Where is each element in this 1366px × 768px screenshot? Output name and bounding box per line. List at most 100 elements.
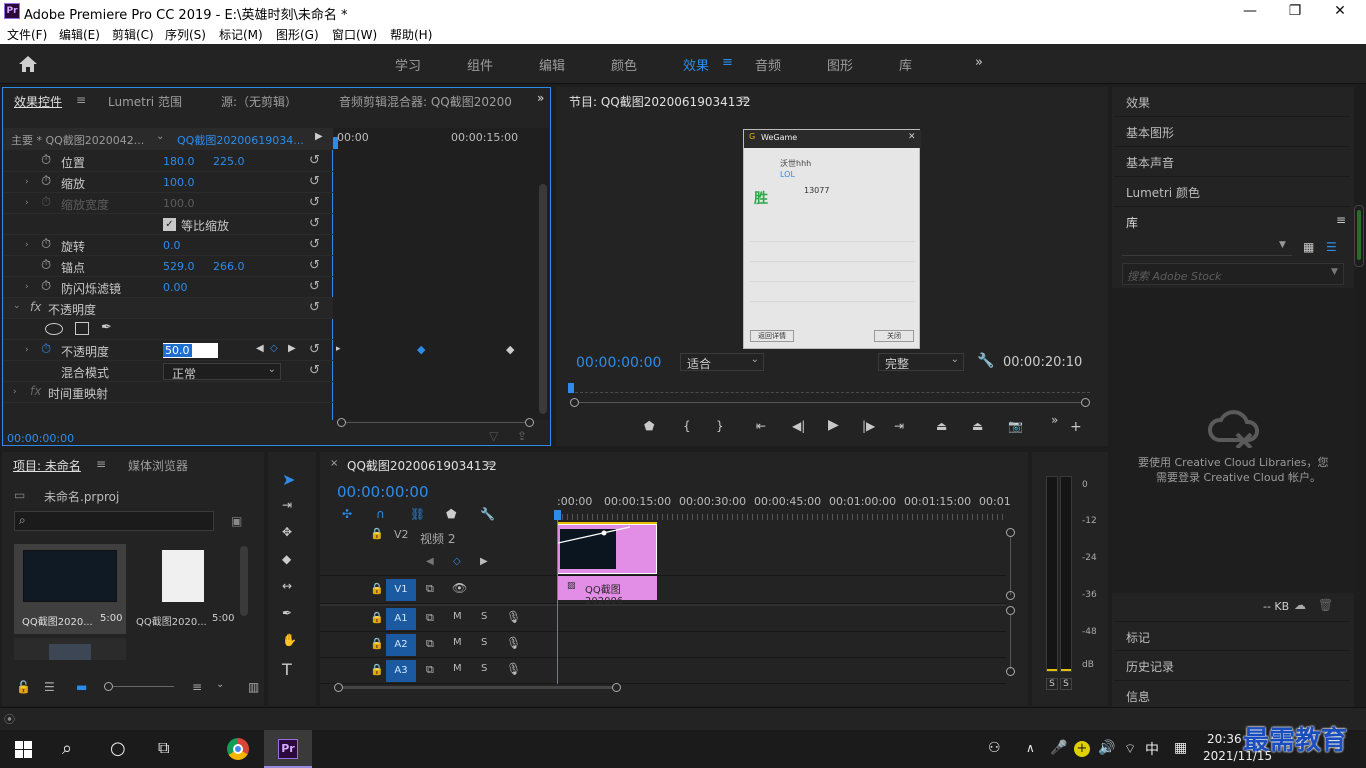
track-v1-target[interactable]: V1: [386, 579, 416, 601]
menu-help[interactable]: 帮助(H): [390, 26, 432, 43]
eye-icon[interactable]: 👁: [452, 581, 467, 595]
reset-icon[interactable]: ↺: [309, 342, 320, 357]
panel-libraries[interactable]: 库 ≡: [1114, 207, 1350, 237]
track-a3-target[interactable]: A3: [386, 660, 416, 682]
panel-essential-sound[interactable]: 基本声音: [1114, 147, 1350, 177]
rectangle-mask-icon[interactable]: [75, 322, 89, 335]
menu-clip[interactable]: 剪辑(C): [112, 26, 154, 43]
stopwatch-icon[interactable]: ⏱: [41, 174, 51, 189]
expand-arrow-icon[interactable]: ›: [13, 387, 17, 397]
a-scroll-handle[interactable]: [1006, 606, 1015, 615]
project-search-input[interactable]: ⌕: [14, 511, 214, 531]
people-icon[interactable]: ⚇: [988, 740, 1001, 756]
menu-graphics[interactable]: 图形(G): [276, 26, 319, 43]
rotation-value[interactable]: 0.0: [163, 239, 181, 252]
cortana-icon[interactable]: ○: [110, 738, 126, 759]
program-ruler[interactable]: [570, 383, 1090, 393]
ripple-edit-tool-icon[interactable]: ✥: [282, 525, 292, 539]
toggle-sync-icon[interactable]: ⧉: [426, 611, 434, 625]
razor-tool-icon[interactable]: ◆: [282, 552, 291, 566]
keyframe-marker-icon[interactable]: ▸: [336, 344, 341, 354]
automate-icon[interactable]: ▥: [248, 680, 259, 694]
workspace-effects[interactable]: 效果: [683, 55, 709, 74]
keyboard-icon[interactable]: ▦: [1174, 740, 1187, 756]
lift-icon[interactable]: ⏏: [936, 419, 947, 433]
workspace-audio[interactable]: 音频: [755, 55, 781, 74]
lock-icon[interactable]: 🔓: [16, 680, 31, 694]
project-scrollbar[interactable]: [240, 546, 248, 616]
v-scroll-handle[interactable]: [1006, 528, 1015, 537]
quality-select[interactable]: 完整 ⌄: [878, 353, 964, 371]
ec-keyframe-area[interactable]: [333, 150, 549, 420]
tab-lumetri-scopes[interactable]: Lumetri 范围: [108, 93, 182, 110]
timeline-ruler[interactable]: :00:00 00:00:15:00 00:00:30:00 00:00:45:…: [557, 492, 1011, 524]
anchor-y-value[interactable]: 266.0: [213, 260, 245, 273]
panel-menu-icon[interactable]: ≡: [485, 457, 495, 471]
opacity-rubber-band[interactable]: [558, 525, 658, 545]
panel-markers[interactable]: 标记: [1114, 621, 1350, 651]
prev-keyframe-icon[interactable]: ◀: [256, 343, 264, 354]
collapse-arrow-icon[interactable]: ⌄: [13, 301, 21, 311]
next-keyframe-icon[interactable]: ▶: [288, 343, 296, 354]
mute-button[interactable]: M: [453, 663, 462, 674]
anti-flicker-value[interactable]: 0.00: [163, 281, 188, 294]
tray-chevron-icon[interactable]: ∧: [1026, 741, 1035, 755]
microphone-icon[interactable]: 🎙: [506, 662, 521, 676]
program-zoom-bar[interactable]: [570, 398, 1090, 408]
anchor-x-value[interactable]: 529.0: [163, 260, 195, 273]
blend-mode-select[interactable]: 正常 ⌄: [163, 363, 281, 381]
stopwatch-icon[interactable]: ⏱: [41, 279, 51, 294]
more-buttons-icon[interactable]: »: [1051, 413, 1058, 427]
extract-icon[interactable]: ⏏: [972, 419, 983, 433]
solo-right-button[interactable]: S: [1060, 678, 1072, 690]
reset-icon[interactable]: ↺: [309, 216, 320, 231]
menu-sequence[interactable]: 序列(S): [165, 26, 206, 43]
position-x-value[interactable]: 180.0: [163, 155, 195, 168]
ec-time-ruler[interactable]: 00:00 00:00:15:00: [333, 128, 549, 150]
expand-arrow-icon[interactable]: ›: [25, 282, 29, 292]
reset-icon[interactable]: ↺: [309, 153, 320, 168]
trash-icon[interactable]: 🗑: [1318, 598, 1333, 612]
go-to-in-icon[interactable]: ⇤: [756, 419, 766, 433]
play-button-icon[interactable]: ▶: [828, 417, 839, 433]
premiere-taskbar-button[interactable]: Pr: [264, 730, 312, 768]
stopwatch-active-icon[interactable]: ⏱: [41, 342, 51, 357]
step-back-icon[interactable]: ◀|: [792, 419, 805, 433]
master-clip-label[interactable]: 主要 * QQ截图2020042...: [11, 132, 144, 148]
track-a2-target[interactable]: A2: [386, 634, 416, 656]
timeline-h-scroll[interactable]: [334, 683, 1004, 693]
type-tool-icon[interactable]: T: [282, 660, 292, 679]
sequence-clip-label[interactable]: QQ截图20200619034...: [177, 132, 304, 148]
wrench-icon[interactable]: 🔧: [977, 353, 994, 369]
lock-icon[interactable]: 🔒: [370, 611, 384, 624]
toggle-sync-icon[interactable]: ⧉: [426, 582, 434, 596]
workspace-graphics[interactable]: 图形: [827, 55, 853, 74]
pen-mask-icon[interactable]: ✒: [101, 320, 112, 335]
list-view-icon[interactable]: ☰: [44, 680, 55, 694]
library-select[interactable]: ▼: [1122, 238, 1292, 256]
program-timecode[interactable]: 00:00:00:00: [576, 355, 661, 371]
v2-clip[interactable]: [557, 524, 657, 574]
minimize-button[interactable]: —: [1230, 2, 1270, 21]
right-scrollbar[interactable]: [1354, 205, 1364, 267]
menu-window[interactable]: 窗口(W): [332, 26, 377, 43]
tab-audio-clip-mixer[interactable]: 音频剪辑混合器: QQ截图20200: [339, 93, 512, 110]
mute-button[interactable]: M: [453, 637, 462, 648]
uniform-scale-checkbox[interactable]: ✓: [163, 218, 176, 231]
lock-icon[interactable]: 🔒: [370, 663, 384, 676]
expand-arrow-icon[interactable]: ›: [25, 198, 29, 208]
reset-icon[interactable]: ↺: [309, 258, 320, 273]
zoom-slider[interactable]: [104, 682, 174, 692]
ec-timecode[interactable]: 00:00:00:00: [7, 432, 74, 445]
reset-icon[interactable]: ↺: [309, 363, 320, 378]
solo-left-button[interactable]: S: [1046, 678, 1058, 690]
keyframe-selected-icon[interactable]: ◆: [417, 343, 425, 356]
windows-start-icon[interactable]: [15, 741, 32, 758]
scale-value[interactable]: 100.0: [163, 176, 195, 189]
solo-button[interactable]: S: [481, 663, 487, 674]
timeline-settings-icon[interactable]: 🔧: [480, 507, 495, 521]
panel-history[interactable]: 历史记录: [1114, 651, 1350, 681]
icon-view-icon[interactable]: ▬: [76, 680, 87, 694]
workspace-learn[interactable]: 学习: [395, 55, 421, 74]
ec-scrollbar[interactable]: [539, 184, 547, 414]
